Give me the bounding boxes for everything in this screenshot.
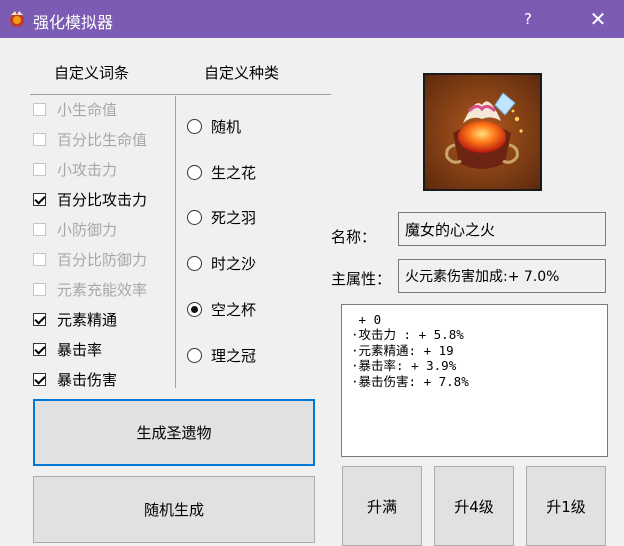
radio-icon: [187, 347, 202, 363]
affix-label: 百分比生命值: [57, 130, 148, 149]
affix-checkbox-hp-flat[interactable]: 小生命值: [33, 98, 117, 120]
affix-checkbox-atk-flat[interactable]: 小攻击力: [33, 158, 117, 180]
type-radio-plume[interactable]: 死之羽: [187, 206, 256, 228]
custom-affix-header: 自定义词条: [54, 64, 130, 82]
substat-line: ·元素精通: + 19: [351, 342, 454, 358]
checkbox-icon: [33, 252, 46, 266]
affix-label: 小攻击力: [57, 160, 118, 179]
main-stat-label: 主属性：: [331, 270, 392, 288]
random-generate-button[interactable]: 随机生成: [33, 476, 315, 543]
checkbox-icon: [33, 132, 46, 146]
generate-artifact-button[interactable]: 生成圣遗物: [33, 399, 315, 466]
type-label: 随机: [211, 117, 242, 136]
artifact-image: [423, 73, 542, 191]
radio-icon: [187, 255, 202, 271]
artifact-name-field: 魔女的心之火: [398, 212, 606, 246]
radio-icon: [187, 209, 202, 225]
affix-label: 小生命值: [57, 100, 118, 119]
affix-checkbox-atk-percent[interactable]: 百分比攻击力: [33, 188, 147, 210]
checkbox-checked-icon: [33, 342, 46, 356]
type-radio-sands[interactable]: 时之沙: [187, 252, 256, 274]
type-radio-circlet[interactable]: 理之冠: [187, 344, 256, 366]
type-label: 理之冠: [211, 346, 257, 365]
checkbox-icon: [33, 222, 46, 236]
type-label: 死之羽: [211, 208, 257, 227]
artifact-level: + 0: [351, 312, 382, 327]
type-radio-goblet[interactable]: 空之杯: [187, 298, 256, 320]
checkbox-icon: [33, 282, 46, 296]
radio-selected-icon: [187, 301, 202, 317]
name-label: 名称：: [331, 228, 377, 246]
window-title: 强化模拟器: [33, 13, 114, 32]
title-bar: 强化模拟器 ? ✕: [0, 0, 624, 38]
checkbox-checked-icon: [33, 192, 46, 206]
header-divider: [30, 94, 331, 95]
affix-label: 元素充能效率: [57, 280, 148, 299]
affix-checkbox-energy-recharge[interactable]: 元素充能效率: [33, 278, 147, 300]
radio-icon: [187, 164, 202, 180]
checkbox-checked-icon: [33, 372, 46, 386]
checkbox-icon: [33, 102, 46, 116]
help-button[interactable]: ?: [510, 0, 546, 38]
checkbox-checked-icon: [33, 312, 46, 326]
substat-line: ·暴击伤害: + 7.8%: [351, 373, 469, 389]
affix-label: 百分比防御力: [57, 250, 148, 269]
type-radio-flower[interactable]: 生之花: [187, 161, 256, 183]
column-divider: [175, 96, 176, 388]
radio-icon: [187, 118, 202, 134]
type-label: 生之花: [211, 163, 257, 182]
type-label: 时之沙: [211, 254, 257, 273]
affix-label: 暴击伤害: [57, 370, 118, 389]
affix-label: 暴击率: [57, 340, 103, 359]
substat-line: ·暴击率: + 3.9%: [351, 358, 457, 374]
affix-checkbox-elemental-mastery[interactable]: 元素精通: [33, 308, 117, 330]
upgrade-1-button[interactable]: 升1级: [526, 466, 606, 546]
affix-checkbox-def-percent[interactable]: 百分比防御力: [33, 248, 147, 270]
affix-checkbox-hp-percent[interactable]: 百分比生命值: [33, 128, 147, 150]
affix-label: 百分比攻击力: [57, 190, 148, 209]
affix-label: 元素精通: [57, 310, 118, 329]
close-button[interactable]: ✕: [578, 0, 618, 38]
affix-checkbox-def-flat[interactable]: 小防御力: [33, 218, 117, 240]
upgrade-4-button[interactable]: 升4级: [434, 466, 514, 546]
checkbox-icon: [33, 162, 46, 176]
affix-label: 小防御力: [57, 220, 118, 239]
substat-line: ·攻击力 : + 5.8%: [351, 327, 464, 343]
affix-checkbox-crit-dmg[interactable]: 暴击伤害: [33, 368, 117, 390]
type-radio-random[interactable]: 随机: [187, 115, 241, 137]
affix-checkbox-crit-rate[interactable]: 暴击率: [33, 338, 102, 360]
type-label: 空之杯: [211, 300, 257, 319]
artifact-app-icon: [10, 11, 24, 27]
substats-box: + 0 ·攻击力 : + 5.8% ·元素精通: + 19 ·暴击率: + 3.…: [341, 304, 608, 457]
upgrade-max-button[interactable]: 升满: [342, 466, 422, 546]
custom-type-header: 自定义种类: [204, 64, 280, 82]
main-stat-field: 火元素伤害加成:+ 7.0%: [398, 259, 606, 293]
goblet-artifact-icon: [425, 75, 540, 189]
